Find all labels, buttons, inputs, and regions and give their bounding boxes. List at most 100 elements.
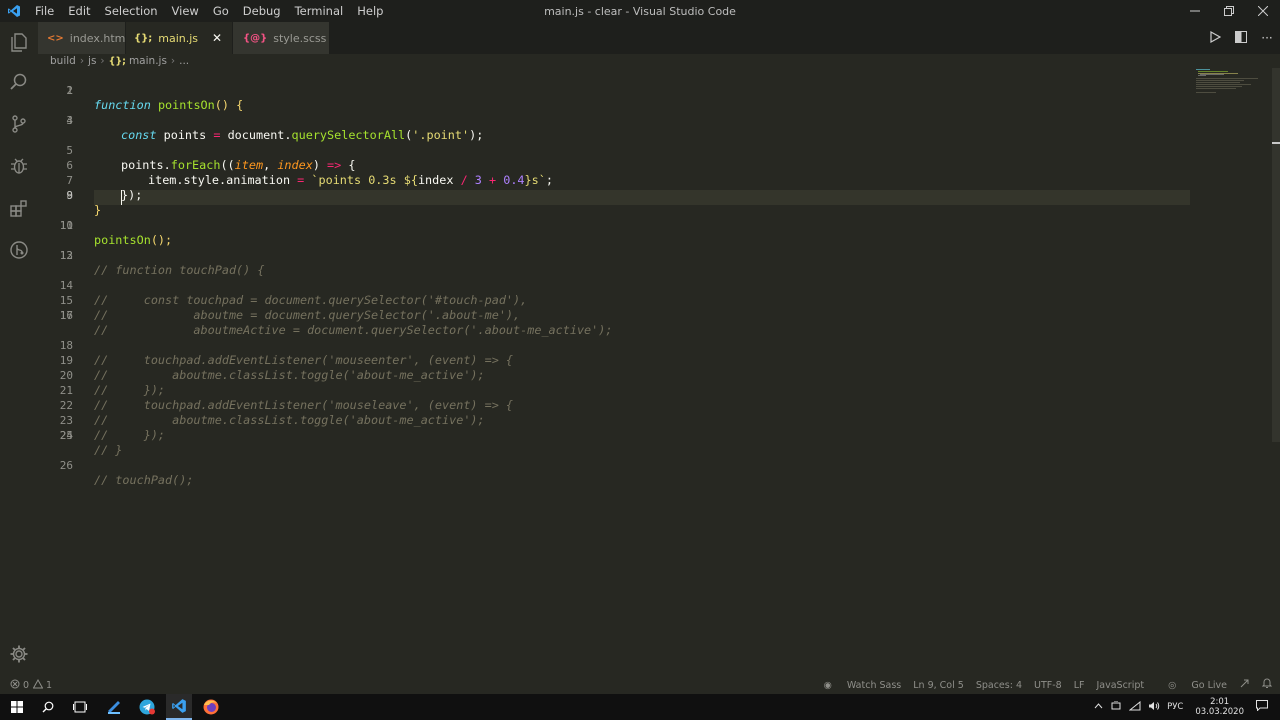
input-language[interactable]: РУС [1167, 702, 1183, 712]
menu-debug[interactable]: Debug [236, 0, 288, 22]
menu-bar: File Edit Selection View Go Debug Termin… [28, 0, 390, 22]
breadcrumb-more[interactable]: ... [179, 55, 189, 67]
scss-file-icon: {@} [243, 32, 268, 44]
code-line: 8 } [66, 189, 102, 217]
eye-icon: ◉ [823, 679, 835, 691]
code-line: 17 [59, 309, 73, 322]
debug-icon[interactable] [0, 146, 38, 186]
windows-start-icon[interactable] [4, 694, 30, 720]
minimap[interactable] [1192, 68, 1272, 108]
more-actions-icon[interactable]: ··· [1254, 31, 1280, 45]
tab-style-scss[interactable]: {@} style.scss [233, 22, 329, 54]
menu-selection[interactable]: Selection [98, 0, 165, 22]
code-line: 15 // aboutme = document.querySelector('… [59, 294, 521, 322]
code-line: 20 // }); [59, 369, 166, 397]
explorer-icon[interactable] [0, 22, 38, 62]
tab-label: index.html [69, 31, 129, 45]
menu-file[interactable]: File [28, 0, 61, 22]
system-clock[interactable]: 2:01 03.03.2020 [1195, 697, 1244, 717]
encoding[interactable]: UTF-8 [1034, 680, 1062, 691]
tab-index-html[interactable]: <> index.html [38, 22, 128, 54]
wifi-icon[interactable] [1128, 700, 1141, 714]
menu-go[interactable]: Go [206, 0, 236, 22]
taskbar-app-icon[interactable] [102, 694, 126, 720]
chevron-right-icon: › [100, 55, 105, 67]
code-line: 18 // touchpad.addEventListener('mouseen… [59, 339, 514, 367]
telegram-icon[interactable] [134, 694, 160, 720]
code-line: 19 // aboutme.classList.toggle('about-me… [59, 354, 485, 382]
code-line: 26 // touchPad(); [59, 459, 194, 487]
code-line: 16 // aboutmeActive = document.querySele… [59, 309, 613, 337]
code-line: 10 pointsOn(); [59, 219, 173, 247]
indentation[interactable]: Spaces: 4 [976, 680, 1022, 691]
menu-terminal[interactable]: Terminal [288, 0, 351, 22]
chevron-right-icon: › [170, 55, 176, 67]
extensions-icon[interactable] [0, 188, 38, 228]
menu-edit[interactable]: Edit [61, 0, 97, 22]
usb-icon[interactable] [1111, 700, 1122, 713]
watch-sass-button[interactable]: ◉ Watch Sass [812, 680, 902, 691]
code-line: 9 [66, 189, 73, 202]
split-editor-icon[interactable] [1228, 30, 1254, 46]
warning-count: 1 [46, 679, 53, 691]
vscode-logo-icon [0, 0, 28, 22]
code-line: 21 // touchpad.addEventListener('mousele… [59, 384, 514, 412]
breadcrumb-main-js[interactable]: main.js [129, 55, 167, 67]
tab-label: main.js [158, 31, 199, 45]
close-tab-icon[interactable]: ✕ [212, 31, 222, 45]
title-bar: File Edit Selection View Go Debug Termin… [0, 0, 1280, 22]
gitlens-icon[interactable] [0, 230, 38, 270]
code-line: 23 // }); [59, 414, 166, 442]
problems-indicator[interactable]: 0 1 [0, 678, 53, 692]
broadcast-icon: ◎ [1168, 679, 1180, 691]
feedback-icon[interactable] [1239, 678, 1250, 692]
code-line: 24 // } [59, 429, 123, 457]
vertical-scrollbar[interactable] [1272, 68, 1280, 442]
code-editor[interactable]: 1 function pointsOn() { 2 3 const points… [38, 68, 1272, 676]
code-line: 14 // const touchpad = document.querySel… [59, 279, 528, 307]
run-icon[interactable] [1202, 30, 1228, 46]
status-bar: 0 1 ◉ Watch Sass Ln 9, Col 5 Spaces: 4 U… [0, 676, 1280, 694]
clock-time: 2:01 [1210, 697, 1230, 707]
end-of-line[interactable]: LF [1074, 680, 1085, 691]
menu-help[interactable]: Help [350, 0, 390, 22]
breadcrumb-build[interactable]: build [50, 55, 76, 67]
firefox-icon[interactable] [198, 694, 224, 720]
scrollbar-cursor-marker [1272, 142, 1280, 144]
go-live-button[interactable]: ◎ Go Live [1156, 680, 1227, 691]
settings-gear-icon[interactable] [0, 634, 38, 674]
activity-bar [0, 22, 38, 676]
source-control-icon[interactable] [0, 104, 38, 144]
close-window-button[interactable] [1246, 0, 1280, 22]
menu-view[interactable]: View [165, 0, 206, 22]
notifications-bell-icon[interactable] [1261, 678, 1273, 692]
code-line: 6 item.style.animation = `points 0.3s ${… [66, 159, 553, 187]
code-line: 12 // function touchPad() { [59, 249, 265, 277]
taskbar-search-icon[interactable] [36, 694, 60, 720]
cursor-position[interactable]: Ln 9, Col 5 [913, 680, 964, 691]
task-view-icon[interactable] [68, 694, 92, 720]
code-line: 1 function pointsOn() { [66, 84, 244, 112]
minimize-button[interactable] [1178, 0, 1212, 22]
tab-main-js[interactable]: {}; main.js ✕ [126, 22, 232, 54]
code-line: 5 points.forEach((item, index) => { [66, 144, 356, 172]
restore-button[interactable] [1212, 0, 1246, 22]
tab-label: style.scss [273, 31, 327, 45]
language-mode[interactable]: JavaScript [1096, 680, 1144, 691]
code-line: 7 }); [66, 174, 143, 202]
windows-taskbar: РУС 2:01 03.03.2020 [0, 694, 1280, 720]
js-file-icon: {}; [134, 32, 153, 44]
code-line: 22 // aboutme.classList.toggle('about-me… [59, 399, 485, 427]
tray-overflow-chevron-icon[interactable] [1094, 702, 1103, 712]
action-center-icon[interactable] [1256, 700, 1268, 714]
search-icon[interactable] [0, 62, 38, 102]
code-line: 2 [66, 84, 73, 97]
code-line: 13 [59, 249, 73, 262]
clock-date: 03.03.2020 [1195, 707, 1244, 717]
volume-icon[interactable] [1148, 701, 1160, 714]
vscode-taskbar-icon[interactable] [166, 694, 192, 720]
breadcrumb: build › js › {}; main.js › ... [50, 54, 189, 68]
code-line: 4 [66, 114, 73, 127]
code-line: 3 const points = document.querySelectorA… [66, 114, 484, 142]
breadcrumb-js[interactable]: js [88, 55, 96, 67]
